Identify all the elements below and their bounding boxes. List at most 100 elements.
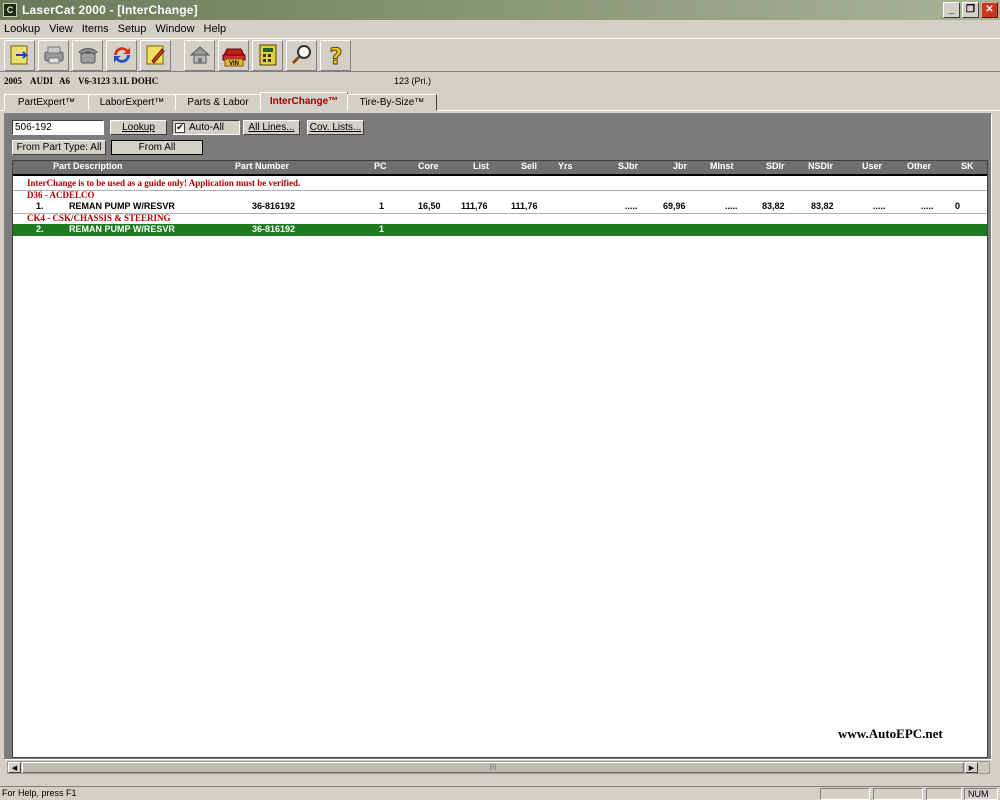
title-bar[interactable]: C LaserCat 2000 - [InterChange] _ ❐ ✕ (0, 0, 1000, 20)
group-label-acdelco: D36 - ACDELCO (27, 190, 95, 200)
cov-lists-button[interactable]: Cov. Lists... (307, 120, 364, 135)
row-part-number: 36-816192 (252, 224, 296, 234)
row-sjbr: ..... (625, 201, 638, 211)
minimize-button[interactable]: _ (943, 2, 960, 18)
row-number: 1. (36, 201, 44, 211)
row-jbr: 69,96 (663, 201, 686, 211)
menu-setup[interactable]: Setup (114, 23, 152, 35)
status-cell-1 (820, 788, 870, 800)
from-all-button[interactable]: From All (111, 140, 203, 155)
col-sell[interactable]: Sell (521, 161, 537, 171)
checkbox-check-icon[interactable]: ✔ (175, 122, 185, 133)
menu-view[interactable]: View (45, 23, 78, 35)
recycle-icon[interactable] (106, 39, 137, 71)
menu-window[interactable]: Window (151, 23, 199, 35)
row-description: REMAN PUMP W/RESVR (69, 201, 175, 211)
vehicle-year: 2005 (4, 76, 22, 86)
table-row-selected[interactable]: 2. REMAN PUMP W/RESVR 36-816192 1 (13, 224, 987, 236)
vehicle-engine: V6-3123 3.1L DOHC (78, 76, 159, 86)
tab-parts-labor[interactable]: Parts & Labor (175, 94, 261, 111)
row-sk: 0 (955, 201, 961, 211)
lookup-button[interactable]: Lookup (110, 120, 167, 135)
col-core[interactable]: Core (418, 161, 439, 171)
status-num-lock: NUM (964, 788, 998, 800)
status-cell-3 (926, 788, 962, 800)
toolbar: VIN ? (0, 38, 1000, 72)
vin-label: VIN (228, 61, 238, 67)
window-title: LaserCat 2000 - [InterChange] (22, 3, 198, 17)
row-list: 111,76 (461, 201, 488, 211)
phone-icon[interactable] (72, 39, 103, 71)
row-user: ..... (873, 201, 886, 211)
row-core: 16,50 (418, 201, 441, 211)
scroll-right-icon[interactable]: ▶ (965, 762, 978, 773)
close-button[interactable]: ✕ (981, 2, 998, 18)
app-icon[interactable]: C (3, 3, 17, 17)
menu-help[interactable]: Help (200, 23, 232, 35)
row-other: ..... (921, 201, 934, 211)
horizontal-scrollbar[interactable]: ◀ III ▶ (7, 761, 990, 774)
vehicle-info: 2005 AUDI A6 V6-3123 3.1L DOHC 123 (Pri.… (0, 73, 1000, 89)
tab-laborexpert[interactable]: LaborExpert™ (88, 94, 176, 111)
part-search-input[interactable]: 506-192 (12, 120, 104, 135)
row-minst: ..... (725, 201, 738, 211)
magnifier-icon[interactable] (286, 39, 317, 71)
vin-car-icon[interactable]: VIN (218, 39, 249, 71)
vehicle-model: A6 (59, 76, 70, 86)
col-other[interactable]: Other (907, 161, 931, 171)
col-part-description[interactable]: Part Description (53, 161, 123, 171)
col-nsdlr[interactable]: NSDlr (808, 161, 833, 171)
all-lines-button[interactable]: All Lines... (243, 120, 300, 135)
interchange-notice: InterChange is to be used as a guide onl… (27, 178, 301, 188)
scroll-thumb[interactable]: III (22, 762, 964, 773)
col-pc[interactable]: PC (374, 161, 387, 171)
parts-grid[interactable]: Part Description Part Number PC Core Lis… (12, 160, 988, 758)
col-sjbr[interactable]: SJbr (618, 161, 638, 171)
status-help-text: For Help, press F1 (2, 788, 77, 798)
scroll-thumb-grip: III (489, 763, 497, 772)
status-bar: For Help, press F1 NUM (0, 786, 1000, 800)
table-row[interactable]: 1. REMAN PUMP W/RESVR 36-816192 1 16,50 … (13, 201, 987, 213)
scroll-left-icon[interactable]: ◀ (8, 762, 21, 773)
tab-tire-by-size[interactable]: Tire-By-Size™ (347, 94, 437, 111)
col-sdlr[interactable]: SDlr (766, 161, 785, 171)
col-minst[interactable]: MInst (710, 161, 734, 171)
vehicle-make: AUDI (30, 76, 54, 86)
export-arrow-icon[interactable] (4, 39, 35, 71)
col-part-number[interactable]: Part Number (235, 161, 289, 171)
tab-strip: PartExpert™ LaborExpert™ Parts & Labor I… (4, 92, 437, 111)
row-description: REMAN PUMP W/RESVR (69, 224, 175, 234)
menu-lookup[interactable]: Lookup (0, 23, 45, 35)
row-number: 2. (36, 224, 44, 234)
edit-pencil-icon[interactable] (140, 39, 171, 71)
svg-text:?: ? (329, 45, 342, 67)
status-cell-2 (873, 788, 923, 800)
calculator-icon[interactable] (252, 39, 283, 71)
row-pc: 1 (379, 224, 385, 234)
help-question-icon[interactable]: ? (320, 39, 351, 71)
col-user[interactable]: User (862, 161, 882, 171)
restore-button[interactable]: ❐ (962, 2, 979, 18)
menu-items[interactable]: Items (78, 23, 114, 35)
from-part-type-button[interactable]: From Part Type: All (12, 140, 106, 155)
tab-interchange[interactable]: InterChange™ (260, 92, 348, 111)
col-sk[interactable]: SK (961, 161, 974, 171)
menu-bar: Lookup View Items Setup Window Help (0, 20, 1000, 37)
printer-icon[interactable] (38, 39, 69, 71)
home-icon[interactable] (184, 39, 215, 71)
group-label-csk: CK4 - CSK/CHASSIS & STEERING (27, 213, 171, 223)
tab-partexpert[interactable]: PartExpert™ (4, 94, 89, 111)
auto-all-checkbox[interactable]: ✔ Auto-All (172, 120, 240, 135)
auto-all-label: Auto-All (189, 122, 225, 133)
grid-header: Part Description Part Number PC Core Lis… (13, 161, 987, 174)
vehicle-priority: 123 (Pri.) (394, 76, 432, 86)
row-sell: 111,76 (511, 201, 538, 211)
col-jbr[interactable]: Jbr (673, 161, 687, 171)
row-sdlr: 83,82 (762, 201, 785, 211)
col-list[interactable]: List (473, 161, 489, 171)
row-pc: 1 (379, 201, 385, 211)
col-yrs[interactable]: Yrs (558, 161, 573, 171)
interchange-panel: 506-192 Lookup ✔ Auto-All All Lines... C… (4, 113, 992, 760)
watermark-url: www.AutoEPC.net (838, 726, 943, 741)
row-nsdlr: 83,82 (811, 201, 834, 211)
